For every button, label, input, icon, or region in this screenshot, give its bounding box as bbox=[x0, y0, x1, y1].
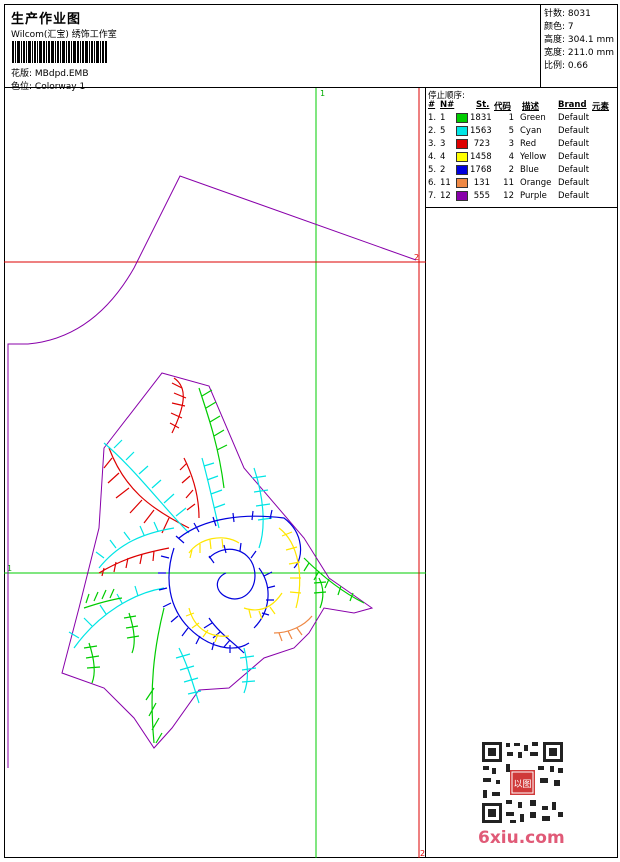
stop-table-row: 1. 1 1831 1 Green Default bbox=[426, 113, 618, 126]
design-canvas: 1 2 1 2 bbox=[4, 88, 426, 858]
row-needle: 12 bbox=[440, 191, 451, 201]
row-description: Yellow bbox=[520, 152, 547, 162]
design-width: 宽度: 211.0 mm bbox=[544, 48, 615, 58]
design-scale: 比例: 0.66 bbox=[544, 61, 588, 71]
row-stitches: 555 bbox=[473, 191, 490, 201]
stop-table-row: 4. 4 1458 4 Yellow Default bbox=[426, 152, 618, 165]
design-file-line: 花版: MBdpd.EMB bbox=[11, 66, 89, 79]
row-needle: 5 bbox=[440, 126, 446, 136]
thread-color-swatch bbox=[456, 152, 468, 162]
row-brand: Default bbox=[558, 139, 590, 149]
software-subtitle: Wilcom(汇宝) 绣饰工作室 bbox=[11, 30, 117, 40]
file-label: 花版: bbox=[11, 69, 33, 79]
row-brand: Default bbox=[558, 152, 590, 162]
embroidery-preview: 1 2 1 2 bbox=[4, 88, 426, 858]
row-brand: Default bbox=[558, 113, 590, 123]
row-index: 6. bbox=[428, 178, 437, 188]
col-header-index: # bbox=[428, 100, 436, 110]
col-header-needle: N# bbox=[440, 100, 455, 110]
row-needle: 11 bbox=[440, 178, 451, 188]
row-code: 12 bbox=[503, 191, 514, 201]
stop-table-row: 3. 3 723 3 Red Default bbox=[426, 139, 618, 152]
row-index: 5. bbox=[428, 165, 437, 175]
row-description: Green bbox=[520, 113, 546, 123]
row-description: Orange bbox=[520, 178, 552, 188]
qr-code: 以图 bbox=[480, 740, 565, 825]
col-header-code: 代码 bbox=[494, 102, 512, 112]
page-title: 生产作业图 bbox=[11, 12, 82, 27]
row-brand: Default bbox=[558, 191, 590, 201]
motif-outline bbox=[61, 372, 374, 749]
row-index: 2. bbox=[428, 126, 437, 136]
stop-table-row: 7. 12 555 12 Purple Default bbox=[426, 191, 618, 204]
row-stitches: 1458 bbox=[470, 152, 492, 162]
row-description: Red bbox=[520, 139, 537, 149]
row-brand: Default bbox=[558, 165, 590, 175]
row-description: Cyan bbox=[520, 126, 542, 136]
thread-color-swatch bbox=[456, 165, 468, 175]
col-header-element: 元素 bbox=[592, 102, 610, 112]
row-code: 5 bbox=[508, 126, 514, 136]
cyan-leaves bbox=[68, 439, 273, 704]
site-watermark: 6xiu.com bbox=[478, 828, 565, 848]
row-code: 11 bbox=[503, 178, 514, 188]
row-code: 4 bbox=[508, 152, 514, 162]
row-code: 1 bbox=[508, 113, 514, 123]
thread-color-swatch bbox=[456, 191, 468, 201]
guide-label-top: 1 bbox=[320, 89, 325, 98]
thread-color-swatch bbox=[456, 178, 468, 188]
stop-sequence-table: 停止顺序: # N# St. 代码 描述 Brand 元素 1. 1 1831 1 Gr… bbox=[426, 88, 618, 208]
row-description: Purple bbox=[520, 191, 547, 201]
row-stitches: 1563 bbox=[470, 126, 492, 136]
row-needle: 3 bbox=[440, 139, 446, 149]
guide-label-right: 2 bbox=[414, 253, 419, 262]
guide-label-bottom: 2 bbox=[420, 849, 425, 858]
thread-color-swatch bbox=[456, 139, 468, 149]
row-stitches: 1768 bbox=[470, 165, 492, 175]
qr-stamp-text: 以图 bbox=[513, 779, 531, 790]
file-name: MBdpd.EMB bbox=[34, 69, 89, 79]
orange-accent bbox=[273, 615, 313, 642]
thread-color-swatch bbox=[456, 113, 468, 123]
row-index: 4. bbox=[428, 152, 437, 162]
row-description: Blue bbox=[520, 165, 539, 175]
row-code: 3 bbox=[508, 139, 514, 149]
garment-outline bbox=[7, 175, 417, 768]
yellow-petals bbox=[185, 527, 302, 643]
stop-table-row: 2. 5 1563 5 Cyan Default bbox=[426, 126, 618, 139]
barcode bbox=[12, 41, 107, 63]
col-header-description: 描述 bbox=[522, 102, 540, 112]
color-count: 颜色: 7 bbox=[544, 22, 574, 32]
row-brand: Default bbox=[558, 126, 590, 136]
col-header-brand: Brand bbox=[558, 100, 587, 110]
design-height: 高度: 304.1 mm bbox=[544, 35, 615, 45]
row-stitches: 723 bbox=[473, 139, 490, 149]
blue-rose bbox=[158, 509, 302, 654]
row-index: 1. bbox=[428, 113, 437, 123]
row-brand: Default bbox=[558, 178, 590, 188]
row-code: 2 bbox=[508, 165, 514, 175]
row-stitches: 131 bbox=[473, 178, 490, 188]
design-info-panel: 针数: 8031 颜色: 7 高度: 304.1 mm 宽度: 211.0 mm… bbox=[541, 4, 618, 88]
row-index: 7. bbox=[428, 191, 437, 201]
stop-table-row: 5. 2 1768 2 Blue Default bbox=[426, 165, 618, 178]
stitch-count: 针数: 8031 bbox=[544, 9, 591, 19]
row-needle: 1 bbox=[440, 113, 446, 123]
header-panel: 生产作业图 Wilcom(汇宝) 绣饰工作室 花版: MBdpd.EMB 色位:… bbox=[4, 4, 541, 92]
row-stitches: 1831 bbox=[470, 113, 492, 123]
stop-table-row: 6. 11 131 11 Orange Default bbox=[426, 178, 618, 191]
row-needle: 2 bbox=[440, 165, 446, 175]
row-index: 3. bbox=[428, 139, 437, 149]
col-header-stitches: St. bbox=[476, 100, 490, 110]
thread-color-swatch bbox=[456, 126, 468, 136]
row-needle: 4 bbox=[440, 152, 446, 162]
